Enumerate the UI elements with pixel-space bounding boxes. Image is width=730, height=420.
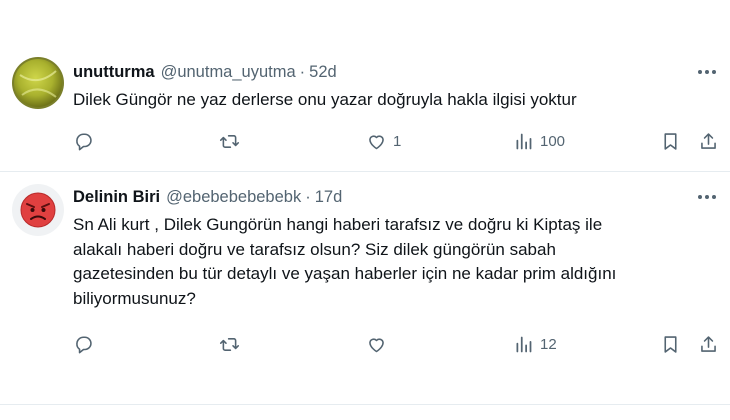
view-count: 12 xyxy=(540,335,557,353)
tweet-actions: 12 xyxy=(73,332,723,356)
view-count: 100 xyxy=(540,132,566,150)
views-button[interactable]: 100 xyxy=(513,129,565,153)
tweet-divider xyxy=(0,404,730,405)
avatar[interactable] xyxy=(12,184,64,236)
tweet-text-line: Sn Ali kurt , Dilek Gungörün hangi haber… xyxy=(73,215,603,234)
tweet-text-line: biliyormusunuz? xyxy=(73,288,196,308)
bookmark-icon xyxy=(664,132,677,150)
like-count: 1 xyxy=(393,132,402,150)
views-icon xyxy=(516,336,532,352)
tweet-header: Delinin Biri @ebebebebebebk · 17d xyxy=(73,186,342,208)
separator-dot: · xyxy=(299,62,306,81)
reply-button[interactable] xyxy=(73,129,94,153)
tweet-actions: 1 100 xyxy=(73,129,723,153)
share-button[interactable] xyxy=(698,129,719,153)
retweet-button[interactable] xyxy=(219,332,240,356)
reply-icon xyxy=(76,132,92,150)
bookmark-button[interactable] xyxy=(660,129,681,153)
share-icon xyxy=(701,132,716,149)
angry-face-icon xyxy=(20,192,56,228)
separator-dot: · xyxy=(305,187,311,206)
like-button[interactable] xyxy=(366,332,393,356)
user-handle[interactable]: @ebebebebebebk xyxy=(166,188,301,207)
timestamp[interactable]: 17d xyxy=(315,188,343,207)
bookmark-icon xyxy=(664,335,677,353)
timestamp[interactable]: 52d xyxy=(309,63,337,82)
reply-button[interactable] xyxy=(73,332,94,356)
share-icon xyxy=(701,335,716,352)
retweet-icon xyxy=(219,134,240,148)
user-handle[interactable]: @unutma_uyutma xyxy=(161,63,296,82)
retweet-icon xyxy=(219,337,240,351)
avatar[interactable] xyxy=(12,57,64,109)
views-icon xyxy=(516,133,532,149)
reply-icon xyxy=(76,335,92,353)
more-icon[interactable] xyxy=(696,61,718,83)
heart-icon xyxy=(369,337,384,352)
display-name[interactable]: Delinin Biri xyxy=(73,188,160,207)
display-name[interactable]: unutturma xyxy=(73,63,155,82)
retweet-button[interactable] xyxy=(219,129,240,153)
tweet-header: unutturma @unutma_uyutma · 52d xyxy=(73,61,337,83)
bookmark-button[interactable] xyxy=(660,332,681,356)
tweet-1[interactable]: unutturma @unutma_uyutma · 52d Dilek Gün… xyxy=(0,0,730,172)
tweet-2[interactable]: Delinin Biri @ebebebebebebk · 17d Sn Ali… xyxy=(0,172,730,420)
like-button[interactable]: 1 xyxy=(366,129,401,153)
share-button[interactable] xyxy=(698,332,719,356)
tweet-text: Sn Ali kurt , Dilek Gungörün hangi haber… xyxy=(73,213,713,311)
heart-icon xyxy=(369,134,384,149)
tweet-text: Dilek Güngör ne yaz derlerse onu yazar d… xyxy=(73,90,577,109)
tweet-text-line: alakalı haberi doğru ve tarafsız olsun? … xyxy=(73,239,556,259)
views-button[interactable]: 12 xyxy=(513,332,557,356)
avatar-image xyxy=(12,57,64,109)
more-icon[interactable] xyxy=(696,186,718,208)
tweet-text-line: gazetesinden bu tür detaylı ve yaşan hab… xyxy=(73,264,617,283)
